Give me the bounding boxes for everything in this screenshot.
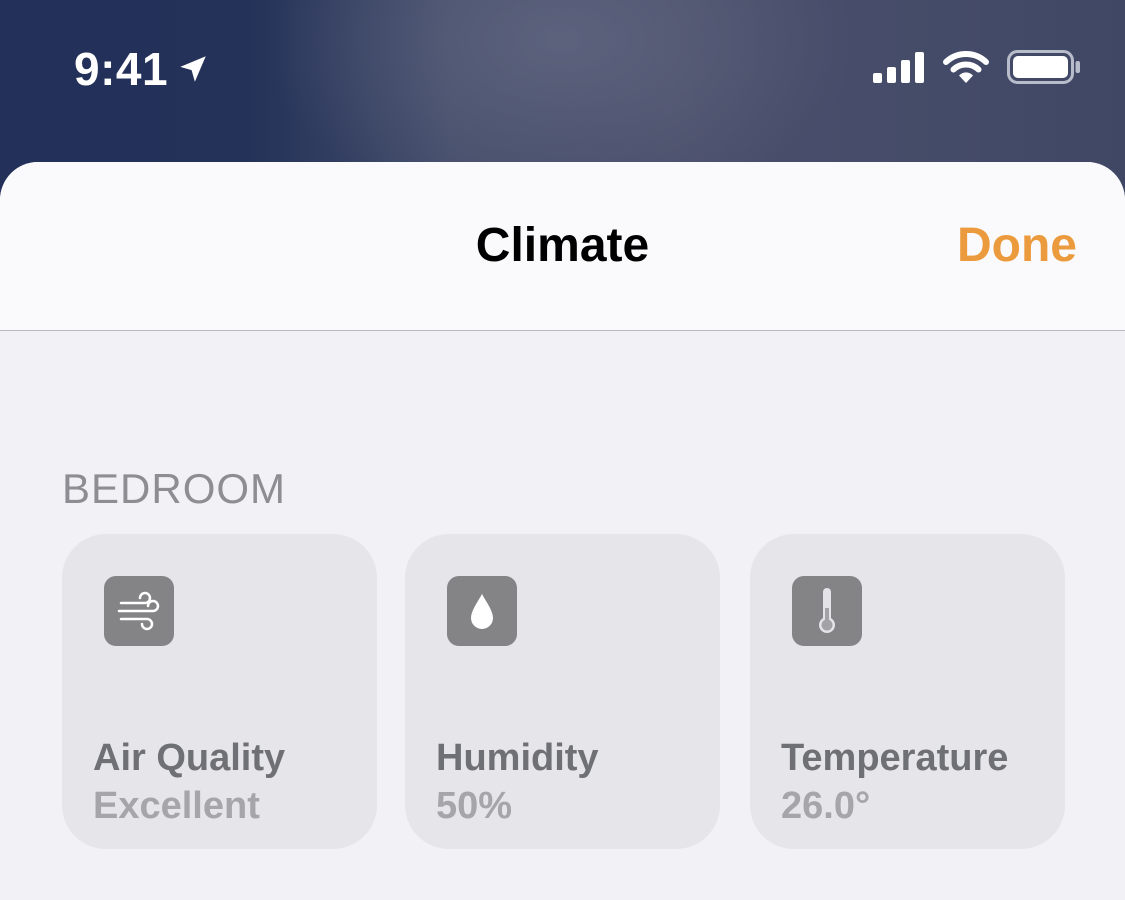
- humidity-tile[interactable]: Humidity 50%: [405, 534, 720, 849]
- section-header-bedroom: BEDROOM: [62, 465, 287, 512]
- cellular-signal-icon: [873, 52, 924, 83]
- tile-value: 50%: [436, 785, 513, 827]
- droplet-icon: [447, 576, 517, 646]
- air-quality-tile[interactable]: Air Quality Excellent: [62, 534, 377, 849]
- temperature-tile[interactable]: Temperature 26.0°: [750, 534, 1065, 849]
- climate-sheet: Climate Done BEDROOM Air Quality Excelle…: [0, 162, 1125, 900]
- status-time-group: 9:41: [74, 44, 210, 94]
- thermometer-icon: [792, 576, 862, 646]
- wifi-icon: [943, 51, 989, 83]
- tile-value: Excellent: [93, 785, 260, 827]
- status-bar: 9:41: [0, 0, 1125, 140]
- status-time: 9:41: [74, 43, 169, 95]
- done-button[interactable]: Done: [957, 218, 1077, 274]
- tile-name: Temperature: [781, 737, 1009, 779]
- navigation-bar: Climate Done: [0, 162, 1125, 331]
- tile-value: 26.0°: [781, 785, 871, 827]
- wind-icon: [104, 576, 174, 646]
- status-indicators: [873, 50, 1081, 84]
- location-arrow-icon: [180, 56, 206, 82]
- tile-name: Humidity: [436, 737, 599, 779]
- battery-icon: [1007, 50, 1080, 84]
- tile-name: Air Quality: [93, 737, 286, 779]
